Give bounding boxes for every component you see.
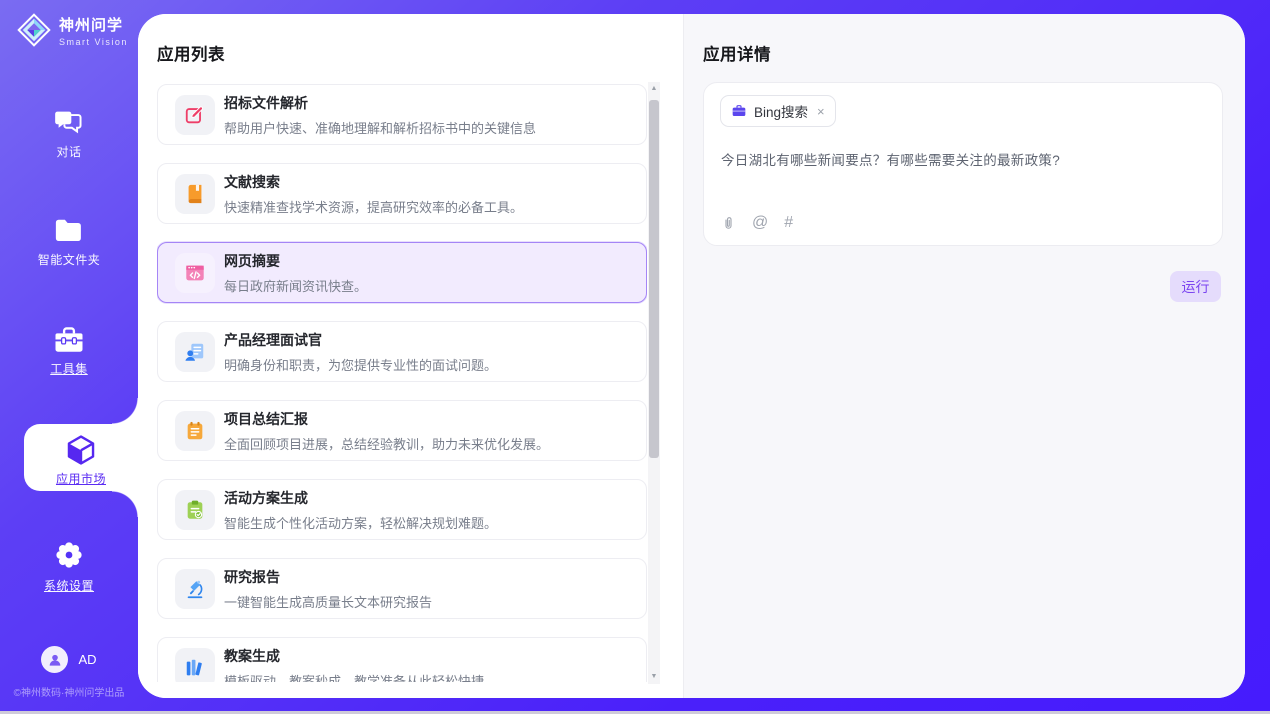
app-card-title: 教案生成 (224, 646, 484, 666)
research-report-icon (184, 578, 206, 600)
app-card-desc: 全面回顾项目进展，总结经验教训，助力未来优化发展。 (224, 434, 549, 453)
app-card-webpage-summary[interactable]: 网页摘要 每日政府新闻资讯快查。 (157, 242, 647, 303)
mention-icon[interactable]: @ (752, 214, 768, 232)
run-button[interactable]: 运行 (1170, 271, 1221, 302)
app-icon-box (175, 332, 215, 372)
scroll-down-icon[interactable]: ▼ (648, 670, 660, 684)
sidebar-item-app-market[interactable]: 应用市场 (24, 424, 138, 491)
app-card-desc: 快速精准查找学术资源，提高研究效率的必备工具。 (224, 197, 523, 216)
toolbox-icon (54, 326, 84, 353)
app-detail-panel: 应用详情 Bing搜索 × 今日湖北有哪些新闻要点？有哪些需要关注的最新政策? (683, 14, 1245, 698)
app-icon-box (175, 490, 215, 530)
project-summary-icon (184, 420, 206, 442)
sidebar-item-settings[interactable]: 系统设置 (0, 540, 138, 594)
app-icon-box (175, 253, 215, 293)
prompt-text[interactable]: 今日湖北有哪些新闻要点？有哪些需要关注的最新政策? (721, 149, 1206, 169)
prompt-toolbar: @ # (721, 214, 793, 232)
sidebar-footer: ©神州数码·神州问学出品 (0, 684, 138, 699)
sidebar-item-label: 系统设置 (0, 577, 138, 594)
logo-subtitle: Smart Vision (59, 37, 128, 47)
lesson-books-icon (184, 657, 206, 679)
sidebar: 神州问学 Smart Vision 对话 智能文件夹 (0, 0, 138, 711)
tool-tag-label: Bing搜索 (754, 101, 808, 121)
topic-icon[interactable]: # (784, 214, 793, 232)
interview-icon (184, 341, 206, 363)
app-card-research-report[interactable]: 研究报告 一键智能生成高质量长文本研究报告 (157, 558, 647, 619)
app-card-desc: 模板驱动，教案秒成，教学准备从此轻松快捷 (224, 671, 484, 683)
app-card-title: 项目总结汇报 (224, 409, 549, 429)
app-card-title: 网页摘要 (224, 251, 367, 271)
logo-gem-icon (16, 12, 52, 48)
app-frame: 神州问学 Smart Vision 对话 智能文件夹 (0, 0, 1270, 711)
folder-icon (54, 218, 84, 244)
app-card-title: 研究报告 (224, 567, 432, 587)
app-list-title: 应用列表 (157, 41, 225, 65)
scroll-up-icon[interactable]: ▲ (648, 82, 660, 96)
user-name: AD (78, 652, 96, 667)
main-content: 应用列表 招标文件解析 帮助用户快速、准确地理解和解析招标书中的关键信息 (138, 14, 1245, 698)
logo-title: 神州问学 (59, 14, 128, 35)
app-card-title: 文献搜索 (224, 172, 523, 192)
chat-icon (54, 108, 84, 136)
sidebar-item-label: 智能文件夹 (0, 251, 138, 268)
scrollbar-thumb[interactable] (649, 100, 659, 458)
app-detail-title: 应用详情 (703, 41, 771, 65)
app-card-title: 活动方案生成 (224, 488, 497, 508)
sidebar-item-toolbox[interactable]: 工具集 (0, 326, 138, 377)
app-icon-box (175, 648, 215, 683)
app-icon-box (175, 411, 215, 451)
gear-icon (54, 540, 84, 570)
app-card-desc: 帮助用户快速、准确地理解和解析招标书中的关键信息 (224, 118, 536, 137)
sidebar-item-chat[interactable]: 对话 (0, 108, 138, 160)
app-card-title: 招标文件解析 (224, 93, 536, 113)
app-card-activity-plan[interactable]: 活动方案生成 智能生成个性化活动方案，轻松解决规划难题。 (157, 479, 647, 540)
app-card-lesson-plan[interactable]: 教案生成 模板驱动，教案秒成，教学准备从此轻松快捷 (157, 637, 647, 682)
app-card-desc: 每日政府新闻资讯快查。 (224, 276, 367, 295)
cube-icon (64, 433, 98, 467)
app-card-pm-interviewer[interactable]: 产品经理面试官 明确身份和职责，为您提供专业性的面试问题。 (157, 321, 647, 382)
app-icon-box (175, 174, 215, 214)
app-card-literature-search[interactable]: 文献搜索 快速精准查找学术资源，提高研究效率的必备工具。 (157, 163, 647, 224)
sidebar-item-label: 应用市场 (24, 470, 138, 487)
sidebar-item-label: 对话 (0, 143, 138, 160)
webpage-icon (184, 262, 206, 284)
avatar (41, 646, 68, 673)
sidebar-item-label: 工具集 (0, 360, 138, 377)
scrollbar[interactable]: ▲ ▼ (648, 82, 660, 684)
app-list-panel: 应用列表 招标文件解析 帮助用户快速、准确地理解和解析招标书中的关键信息 (138, 14, 683, 698)
logo: 神州问学 Smart Vision (16, 12, 128, 48)
app-card-bid-parse[interactable]: 招标文件解析 帮助用户快速、准确地理解和解析招标书中的关键信息 (157, 84, 647, 145)
app-icon-box (175, 569, 215, 609)
tool-tag-bing-search[interactable]: Bing搜索 × (720, 95, 836, 127)
user-profile[interactable]: AD (0, 646, 138, 673)
person-icon (47, 652, 63, 668)
app-card-desc: 一键智能生成高质量长文本研究报告 (224, 592, 432, 611)
briefcase-icon (731, 103, 747, 119)
tab-corner-top (112, 398, 138, 424)
paperclip-icon[interactable] (721, 215, 736, 232)
app-icon-box (175, 95, 215, 135)
app-card-desc: 明确身份和职责，为您提供专业性的面试问题。 (224, 355, 497, 374)
sidebar-item-smart-folder[interactable]: 智能文件夹 (0, 218, 138, 268)
app-card-title: 产品经理面试官 (224, 330, 497, 350)
tab-corner-bottom (112, 491, 138, 517)
activity-plan-icon (184, 499, 206, 521)
app-card-list: 招标文件解析 帮助用户快速、准确地理解和解析招标书中的关键信息 文献搜索 (157, 84, 647, 682)
close-icon[interactable]: × (817, 104, 825, 119)
literature-book-icon (184, 183, 206, 205)
app-card-desc: 智能生成个性化活动方案，轻松解决规划难题。 (224, 513, 497, 532)
bid-edit-icon (184, 104, 206, 126)
app-card-project-summary[interactable]: 项目总结汇报 全面回顾项目进展，总结经验教训，助力未来优化发展。 (157, 400, 647, 461)
prompt-card: Bing搜索 × 今日湖北有哪些新闻要点？有哪些需要关注的最新政策? @ # (703, 82, 1223, 246)
